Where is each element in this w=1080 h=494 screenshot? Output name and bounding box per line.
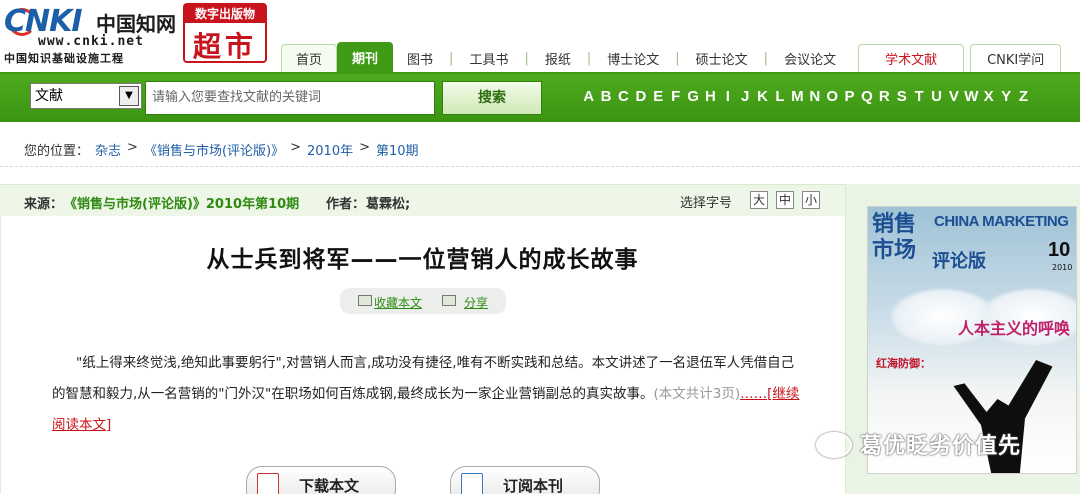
pdf-icon [257,473,279,494]
tab-master-theses[interactable]: 硕士论文 [682,44,762,72]
chevron-down-icon[interactable]: ▼ [119,86,139,106]
letter-m-link[interactable]: M [789,88,806,105]
cover-year: 2010 [1052,263,1073,272]
letter-h-link[interactable]: H [702,88,719,105]
font-size-medium-button[interactable]: 中 [776,191,794,209]
letter-i-link[interactable]: I [719,88,736,105]
author-label: 作者： [326,197,366,212]
digital-market-badge[interactable]: 数字出版物 超市 [183,3,267,63]
favorite-link[interactable]: 收藏本文 [374,294,422,311]
letter-o-link[interactable]: O [823,88,840,105]
breadcrumb-year[interactable]: 2010年 [307,140,353,159]
tab-books[interactable]: 图书 [393,44,447,72]
breadcrumb-journal[interactable]: 《销售与市场(评论版)》 [144,140,284,159]
download-label: 下载本文 [299,477,360,494]
breadcrumb-magazines[interactable]: 杂志 [95,140,121,159]
letter-r-link[interactable]: R [876,88,893,105]
letter-x-link[interactable]: X [980,88,997,105]
author-name[interactable]: 葛霖松; [366,193,410,212]
cover-title: 销售市场 [872,211,917,263]
source-link[interactable]: 《销售与市场(评论版)》2010年第10期 [64,193,299,212]
nav-divider: | [586,50,592,66]
article-abstract: "纸上得来终觉浅,绝知此事要躬行",对营销人而言,成功没有捷径,唯有不断实践和总… [52,348,807,441]
letter-w-link[interactable]: W [963,88,980,105]
watermark-text: 葛优眨劣价值先 [860,434,1022,459]
article-meta-bar: 来源： 《销售与市场(评论版)》2010年第10期 作者： 葛霖松; 选择字号 … [0,184,845,216]
letter-y-link[interactable]: Y [997,88,1014,105]
search-bar: 文献 ▼ 请输入您要查找文献的关键词 搜索 ABCDEFGHIJKLMNOPQR… [0,72,1080,122]
tab-conference-papers[interactable]: 会议论文 [770,44,850,72]
breadcrumb-sep: > [359,140,370,155]
letter-f-link[interactable]: F [667,88,684,105]
letter-k-link[interactable]: K [754,88,771,105]
letter-g-link[interactable]: G [684,88,701,105]
site-header: CNKI 中国知网 www.cnki.net 中国知识基础设施工程 数字出版物 … [0,0,1080,72]
share-icon [442,295,456,306]
breadcrumb: 您的位置： 杂志 > 《销售与市场(评论版)》 > 2010年 > 第10期 [24,140,419,159]
letter-c-link[interactable]: C [615,88,632,105]
tab-home[interactable]: 首页 [281,44,338,72]
source-label: 来源： [24,197,64,212]
letter-u-link[interactable]: U [928,88,945,105]
article-title: 从士兵到将军——一位营销人的成长故事 [206,247,639,273]
letter-v-link[interactable]: V [945,88,962,105]
search-type-select[interactable]: 文献 ▼ [30,83,142,109]
letter-t-link[interactable]: T [910,88,927,105]
letter-n-link[interactable]: N [806,88,823,105]
search-input[interactable]: 请输入您要查找文献的关键词 [145,81,435,115]
breadcrumb-label: 您的位置： [24,144,90,159]
alphabet-index: ABCDEFGHIJKLMNOPQRSTUVWXYZ [580,88,1032,105]
letter-q-link[interactable]: Q [858,88,875,105]
letter-p-link[interactable]: P [841,88,858,105]
font-size-large-button[interactable]: 大 [750,191,768,209]
share-link[interactable]: 分享 [464,294,488,311]
letter-l-link[interactable]: L [771,88,788,105]
cover-red-line: 红海防御： [876,357,931,370]
wechat-icon [816,432,852,458]
logo-url: www.cnki.net [38,34,144,49]
folder-icon [358,295,372,306]
letter-j-link[interactable]: J [737,88,754,105]
breadcrumb-issue[interactable]: 第10期 [376,140,419,159]
letter-a-link[interactable]: A [580,88,597,105]
tab-cnki-xuewen[interactable]: CNKI学问 [970,44,1062,72]
main-nav: 首页 期刊 图书 | 工具书 | 报纸 | 博士论文 | 硕士论文 | 会议论文… [281,42,1062,72]
tab-reference-books[interactable]: 工具书 [455,44,522,72]
search-button[interactable]: 搜索 [442,81,542,115]
market-badge-top: 数字出版物 [185,5,265,23]
font-size-label: 选择字号 [680,196,733,211]
cover-edition: 评论版 [932,251,986,272]
download-button[interactable]: 下载本文 [246,466,396,494]
tab-journals[interactable]: 期刊 [337,42,394,72]
article-actions: 收藏本文 分享 [340,288,506,314]
cover-english-title: CHINA MARKETING [934,213,1069,230]
page-count: (本文共计3页) [653,386,741,402]
letter-s-link[interactable]: S [893,88,910,105]
logo-subtitle: 中国知识基础设施工程 [4,52,124,65]
nav-divider: | [524,50,529,66]
search-type-value: 文献 [35,88,63,104]
breadcrumb-sep: > [127,140,138,155]
subscribe-button[interactable]: 订阅本刊 [450,466,600,494]
nav-divider: | [675,50,680,66]
nav-divider: | [449,50,454,66]
tab-newspapers[interactable]: 报纸 [531,44,585,72]
logo-cn-text: 中国知网 [96,12,176,36]
market-badge-text: 超市 [192,30,257,63]
breadcrumb-divider [0,166,1080,167]
letter-z-link[interactable]: Z [1015,88,1032,105]
subscribe-label: 订阅本刊 [503,477,564,494]
tab-academic-literature[interactable]: 学术文献 [858,44,965,72]
cover-headline: 人本主义的呼唤 [958,319,1071,338]
letter-e-link[interactable]: E [650,88,667,105]
nav-divider: | [763,50,769,66]
letter-d-link[interactable]: D [632,88,649,105]
cnki-logo[interactable]: CNKI 中国知网 www.cnki.net 中国知识基础设施工程 [4,4,180,65]
subscribe-icon [461,473,483,494]
cover-issue: 10 [1048,239,1071,261]
letter-b-link[interactable]: B [597,88,614,105]
tab-doctoral-theses[interactable]: 博士论文 [593,44,673,72]
font-size-small-button[interactable]: 小 [802,191,820,209]
breadcrumb-sep: > [290,140,301,155]
